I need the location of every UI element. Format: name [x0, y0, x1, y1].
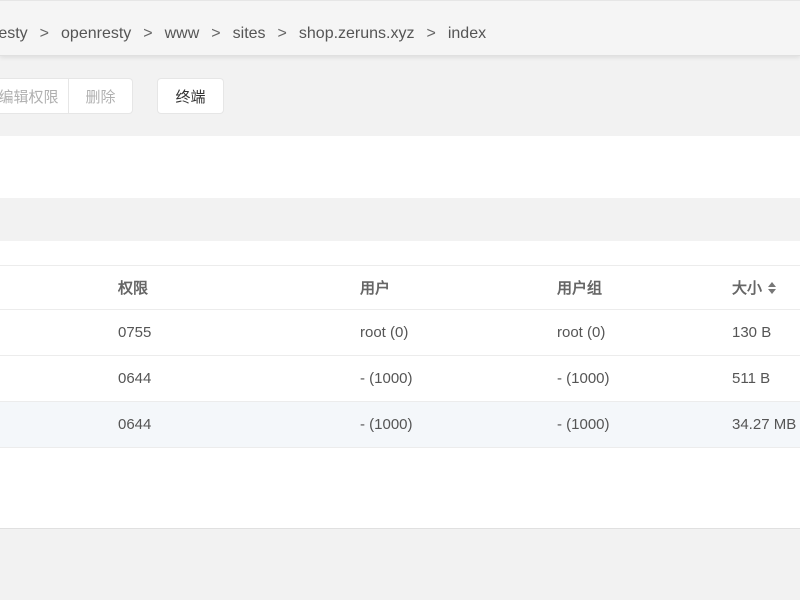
header-size[interactable]: 大小	[732, 266, 777, 309]
cell-permissions: 0644	[118, 416, 152, 433]
table-row[interactable]: 0644 - (1000) - (1000) 511 B	[0, 356, 800, 402]
breadcrumb-separator: >	[39, 25, 50, 42]
cell-size: 511 B	[732, 370, 771, 387]
cell-permissions: 0644	[118, 370, 152, 387]
breadcrumb-item-www[interactable]: www	[165, 25, 200, 43]
toolbar-button-group: 编辑权限 删除	[0, 78, 133, 114]
cell-user: - (1000)	[360, 416, 413, 433]
cell-user: root (0)	[360, 324, 409, 341]
delete-button[interactable]: 删除	[68, 78, 133, 114]
header-size-label: 大小	[732, 280, 763, 297]
breadcrumb-item-index[interactable]: index	[448, 25, 486, 43]
breadcrumb-item-resty[interactable]: resty	[0, 25, 28, 43]
edit-permissions-button[interactable]: 编辑权限	[0, 78, 68, 114]
cell-group: - (1000)	[557, 370, 610, 387]
table-row[interactable]: 0755 root (0) root (0) 130 B	[0, 310, 800, 356]
info-panel	[0, 136, 800, 198]
cell-group: - (1000)	[557, 416, 610, 433]
header-group: 用户组	[557, 280, 603, 297]
cell-size: 130 B	[732, 324, 772, 341]
breadcrumb-item-openresty[interactable]: openresty	[61, 25, 131, 43]
header-permissions: 权限	[118, 280, 149, 297]
cell-group: root (0)	[557, 324, 606, 341]
cell-permissions: 0755	[118, 324, 152, 341]
sort-icon[interactable]	[768, 281, 777, 294]
breadcrumb-separator: >	[277, 25, 287, 42]
breadcrumb-separator: >	[143, 25, 153, 42]
table-header: 权限 用户 用户组 大小	[0, 265, 800, 310]
breadcrumb-item-domain[interactable]: shop.zeruns.xyz	[299, 25, 415, 43]
cell-size: 34.27 MB	[732, 416, 797, 433]
breadcrumb-bar: resty > openresty > www > sites > shop.z…	[0, 0, 800, 56]
table-row[interactable]: 0644 - (1000) - (1000) 34.27 MB	[0, 402, 800, 448]
breadcrumb-separator: >	[211, 25, 221, 42]
terminal-button[interactable]: 终端	[157, 78, 224, 114]
breadcrumb-separator: >	[426, 25, 436, 42]
header-user: 用户	[360, 280, 391, 297]
file-table: 权限 用户 用户组 大小 0755 root (0) root (0) 130 …	[0, 241, 800, 529]
breadcrumb-item-sites[interactable]: sites	[233, 25, 266, 43]
cell-user: - (1000)	[360, 370, 413, 387]
breadcrumb: resty > openresty > www > sites > shop.z…	[0, 25, 486, 43]
